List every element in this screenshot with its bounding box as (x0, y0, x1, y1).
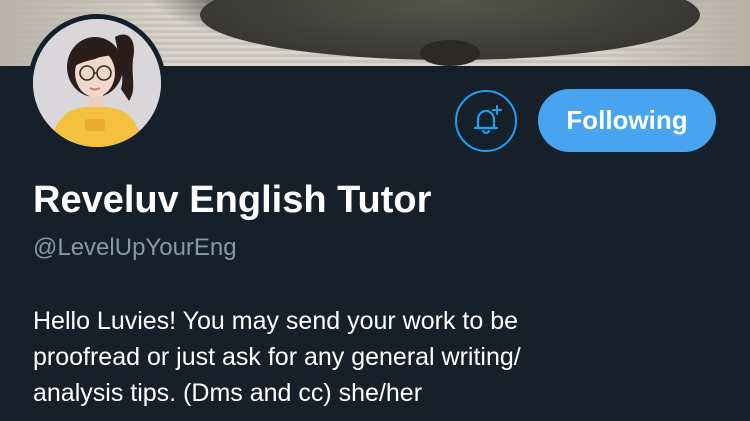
profile-name: Reveluv English Tutor (33, 179, 432, 221)
bio-line: proofread or just ask for any general wr… (33, 343, 521, 371)
notify-button[interactable] (455, 90, 517, 152)
profile-handle: @LevelUpYourEng (33, 234, 237, 261)
bio-line: Hello Luvies! You may send your work to … (33, 307, 518, 335)
following-button[interactable]: Following (538, 89, 716, 152)
avatar[interactable] (28, 14, 166, 152)
bell-plus-icon (473, 105, 502, 135)
profile-bio: Hello Luvies! You may send your work to … (33, 303, 713, 411)
avatar-portrait (33, 19, 161, 147)
banner-photo-subject-edge (420, 40, 480, 66)
bio-line: analysis tips. (Dms and cc) she/her (33, 379, 423, 407)
